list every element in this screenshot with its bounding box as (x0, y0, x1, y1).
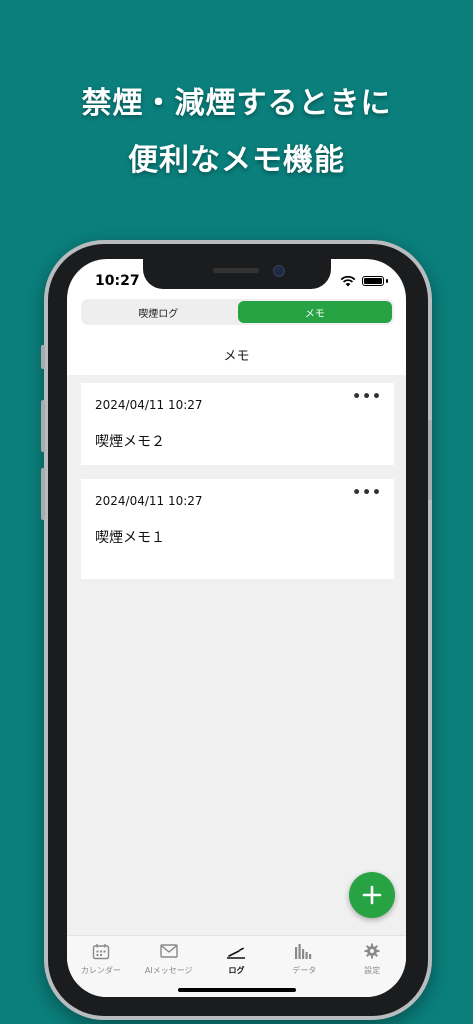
segment-memo[interactable]: メモ (237, 301, 392, 323)
memo-date: 2024/04/11 10:27 (95, 398, 203, 412)
tab-label: 設定 (364, 966, 381, 975)
plus-icon (362, 885, 382, 905)
camera-icon (273, 265, 285, 277)
status-icons (340, 275, 388, 287)
tab-label: AIメッセージ (144, 966, 193, 975)
tab-label: ログ (228, 966, 245, 975)
log-icon (226, 942, 246, 960)
envelope-icon (159, 942, 179, 960)
calendar-icon (91, 942, 111, 960)
memo-card[interactable]: 2024/04/11 10:27 ••• 喫煙メモ１ (81, 479, 394, 579)
home-indicator (178, 988, 296, 992)
tab-label: データ (292, 966, 317, 975)
memo-text: 喫煙メモ２ (95, 434, 165, 450)
tab-calendar[interactable]: カレンダー (67, 936, 135, 997)
memo-date: 2024/04/11 10:27 (95, 494, 203, 508)
wifi-icon (340, 275, 356, 287)
segmented-control: 喫煙ログ メモ (81, 299, 394, 325)
more-options-icon[interactable]: ••• (352, 389, 382, 405)
phone-volume-up (41, 400, 45, 452)
battery-icon (362, 276, 384, 286)
notch (143, 259, 331, 289)
promo-headline-1: 禁煙・減煙するときに (81, 86, 392, 121)
status-time: 10:27 (95, 273, 140, 289)
add-memo-button[interactable] (349, 872, 395, 918)
page-title: メモ (223, 349, 250, 364)
phone-power-button (428, 420, 432, 500)
memo-list: 2024/04/11 10:27 ••• 喫煙メモ２ 2024/04/11 10… (67, 375, 406, 935)
chart-icon (294, 942, 314, 960)
segment-smoking-log[interactable]: 喫煙ログ (81, 299, 236, 325)
more-options-icon[interactable]: ••• (352, 485, 382, 501)
memo-card[interactable]: 2024/04/11 10:27 ••• 喫煙メモ２ (81, 383, 394, 465)
memo-text: 喫煙メモ１ (95, 530, 165, 546)
gear-icon (362, 942, 382, 960)
tab-settings[interactable]: 設定 (338, 936, 406, 997)
phone-mute-switch (41, 345, 45, 369)
phone-screen: 10:27 喫煙ログ メモ メモ 2024/04/11 10:27 ••• 喫煙… (67, 259, 406, 997)
tab-label: カレンダー (80, 966, 121, 975)
promo-headline-2: 便利なメモ機能 (128, 143, 345, 178)
phone-volume-down (41, 468, 45, 520)
